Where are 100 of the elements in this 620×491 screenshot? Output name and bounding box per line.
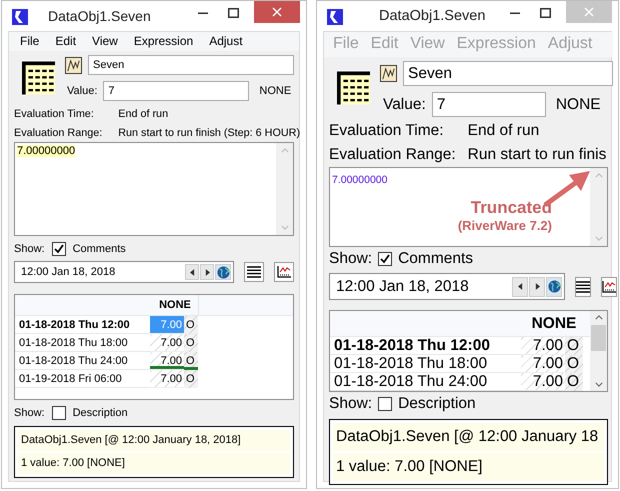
unit-label: NONE bbox=[259, 85, 292, 97]
expression-text: 7.00000000 bbox=[17, 145, 76, 157]
name-field[interactable]: Seven bbox=[88, 55, 294, 75]
window-title: DataObj1.Seven bbox=[48, 8, 151, 24]
name-field[interactable]: Seven bbox=[403, 61, 613, 86]
chart-view-button[interactable] bbox=[601, 276, 617, 296]
expression-text: 7.00000000 bbox=[332, 174, 388, 186]
value-field[interactable]: 7 bbox=[103, 81, 250, 101]
globe-icon bbox=[548, 280, 560, 293]
table-cell: O bbox=[565, 373, 583, 391]
table-cell: O bbox=[184, 352, 198, 370]
eval-range-label: Evaluation Range: bbox=[14, 127, 102, 139]
list-view-button[interactable] bbox=[575, 276, 591, 296]
menu-item[interactable]: View bbox=[84, 32, 126, 51]
value-label: Value: bbox=[383, 96, 426, 114]
show-label: Show: bbox=[329, 250, 372, 268]
eval-time-label: Evaluation Time: bbox=[14, 108, 95, 120]
window-title: DataObj1.Seven bbox=[379, 8, 486, 24]
chart-icon bbox=[602, 280, 616, 292]
column-header: NONE bbox=[152, 295, 199, 315]
show-label: Show: bbox=[329, 395, 372, 413]
table-cell: O bbox=[184, 316, 198, 334]
table-cell[interactable]: 7.00 bbox=[521, 337, 565, 355]
globe-button[interactable] bbox=[215, 264, 231, 280]
checkbox-label: Comments bbox=[72, 243, 126, 255]
table-cell: O bbox=[184, 370, 198, 388]
chart-icon bbox=[277, 266, 291, 278]
unit-label: NONE bbox=[556, 96, 601, 114]
globe-button[interactable] bbox=[546, 276, 562, 296]
eval-time-value: End of run bbox=[118, 108, 170, 120]
list-view-button[interactable] bbox=[244, 262, 264, 282]
table-cell[interactable]: 7.00 bbox=[150, 370, 184, 388]
table-cell: O bbox=[565, 355, 583, 373]
info-text: 1 value: 7.00 [NONE] bbox=[333, 453, 604, 481]
show-label: Show: bbox=[14, 243, 45, 255]
date-selector[interactable]: 12:00 Jan 18, 2018 bbox=[329, 273, 565, 300]
previous-button[interactable] bbox=[185, 264, 199, 280]
close-button[interactable] bbox=[254, 1, 300, 23]
scrollbar[interactable] bbox=[590, 311, 607, 391]
annotation-subtitle: (RiverWare 7.2) bbox=[458, 218, 552, 233]
minimize-icon bbox=[198, 12, 208, 14]
annotation-title: Truncated bbox=[470, 198, 552, 218]
menu-item[interactable]: Adjust bbox=[201, 32, 251, 51]
checkbox-label: Comments bbox=[398, 250, 474, 268]
value-label: Value: bbox=[67, 85, 98, 97]
checkbox[interactable] bbox=[52, 406, 66, 420]
table-cell[interactable]: 7.00 bbox=[521, 373, 565, 391]
lines-icon bbox=[576, 280, 590, 292]
next-button[interactable] bbox=[529, 276, 545, 296]
right-triangle-icon bbox=[534, 283, 540, 290]
table-cell: O bbox=[184, 334, 198, 352]
right-triangle-icon bbox=[204, 268, 210, 276]
next-button[interactable] bbox=[200, 264, 214, 280]
chart-icon bbox=[380, 65, 397, 82]
info-text: 1 value: 7.00 [NONE] bbox=[18, 453, 290, 474]
eval-time-value: End of run bbox=[468, 122, 540, 140]
table-cell: O bbox=[565, 337, 583, 355]
minimize-icon bbox=[510, 12, 520, 14]
eval-range-value: Run start to run finish (Step: 6 HOUR) bbox=[118, 127, 300, 139]
show-label: Show: bbox=[14, 407, 45, 419]
scroll-down-icon[interactable] bbox=[594, 382, 602, 387]
left-triangle-icon bbox=[190, 268, 194, 276]
table-cell[interactable]: 7.00 bbox=[150, 352, 184, 370]
date-text: 12:00 Jan 18, 2018 bbox=[335, 278, 470, 296]
chart-view-button[interactable] bbox=[274, 262, 294, 282]
menu-item[interactable]: Edit bbox=[47, 32, 84, 51]
row-header[interactable]: 01-18-2018 Thu 18:00 bbox=[330, 355, 521, 373]
table-icon bbox=[337, 71, 370, 105]
eval-range-value: Run start to run finis bbox=[468, 146, 608, 164]
eval-range-label: Evaluation Range: bbox=[329, 146, 456, 164]
scroll-up-icon[interactable] bbox=[594, 315, 602, 320]
date-selector[interactable]: 12:00 Jan 18, 2018 bbox=[14, 261, 234, 283]
app-logo-icon bbox=[12, 9, 28, 25]
maximize-icon bbox=[540, 8, 550, 18]
menu-item[interactable]: Expression bbox=[126, 32, 202, 51]
globe-icon bbox=[216, 266, 230, 278]
info-text: DataObj1.Seven [@ 12:00 January 18 bbox=[333, 423, 604, 451]
previous-button[interactable] bbox=[512, 276, 528, 296]
info-text: DataObj1.Seven [@ 12:00 January 18, 2018] bbox=[18, 430, 290, 451]
chart-icon bbox=[65, 56, 82, 74]
checkbox[interactable] bbox=[378, 397, 392, 411]
lines-icon bbox=[247, 266, 261, 278]
table-icon bbox=[22, 61, 55, 95]
maximize-icon bbox=[228, 8, 238, 18]
menu-item[interactable]: File bbox=[12, 32, 48, 51]
date-text: 12:00 Jan 18, 2018 bbox=[20, 266, 116, 278]
value-field[interactable]: 7 bbox=[432, 92, 546, 117]
checkbox[interactable] bbox=[378, 252, 392, 266]
checkbox-label: Description bbox=[72, 407, 128, 419]
app-logo-icon bbox=[327, 9, 343, 25]
table-cell[interactable]: 7.00 bbox=[150, 334, 184, 352]
left-triangle-icon bbox=[518, 283, 522, 290]
row-header[interactable]: 01-18-2018 Thu 24:00 bbox=[330, 373, 521, 391]
column-header: NONE bbox=[530, 314, 578, 334]
close-icon bbox=[272, 7, 282, 17]
checkbox[interactable] bbox=[52, 242, 66, 256]
close-icon bbox=[584, 7, 594, 17]
row-header[interactable]: 01-18-2018 Thu 12:00 bbox=[330, 337, 521, 355]
checkbox-label: Description bbox=[398, 395, 476, 413]
table-cell[interactable]: 7.00 bbox=[521, 355, 565, 373]
